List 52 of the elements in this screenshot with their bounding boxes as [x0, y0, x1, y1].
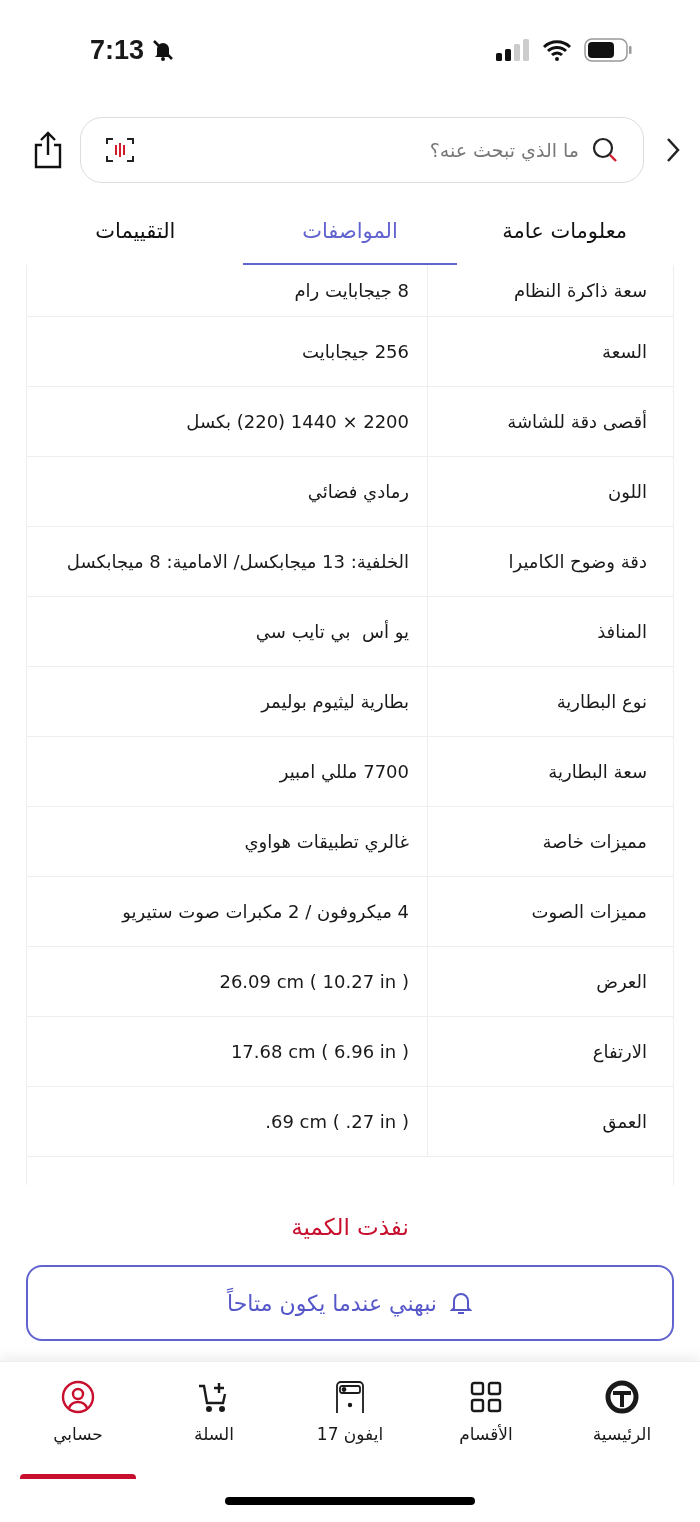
- bell-off-icon: [152, 39, 175, 61]
- chevron-right-icon: [665, 136, 681, 164]
- stock-status: نفذت الكمية: [291, 1212, 409, 1242]
- signal-icon: [496, 39, 530, 61]
- spec-label: اللون: [608, 480, 647, 505]
- nav-item[interactable]: الأقسام: [418, 1362, 554, 1479]
- spec-label: سعة ذاكرة النظام: [513, 279, 647, 304]
- notify-button[interactable]: نبهني عندما يكون متاحاً: [26, 1265, 674, 1341]
- spec-value: 17.68 cm ( 6.96 in ): [230, 1040, 409, 1064]
- share-icon: [32, 131, 64, 169]
- nav-item[interactable]: الرئيسية: [554, 1362, 690, 1479]
- spec-value: .69 cm ( .27 in ): [265, 1110, 409, 1134]
- spec-value: غالري تطبيقات هواوي: [244, 830, 409, 855]
- spec-value: بطارية ليثيوم بوليمر: [261, 690, 409, 715]
- bell-icon: [448, 1290, 473, 1316]
- tab[interactable]: المواصفات: [242, 200, 458, 265]
- spec-label: المنافذ: [597, 620, 647, 644]
- spec-value: 256 جيجابايت: [302, 340, 409, 364]
- battery-icon: [584, 38, 632, 62]
- spec-label: الارتفاع: [592, 1040, 647, 1065]
- nav-item[interactable]: ايفون 17: [282, 1362, 418, 1479]
- search-icon: [591, 136, 619, 164]
- spec-value: الخلفية: 13 ميجابكسل/ الامامية: 8 ميجابكسل: [66, 550, 409, 574]
- spec-value: رمادي فضائي: [307, 480, 409, 505]
- search-input[interactable]: ما الذي تبحث عنه؟: [147, 135, 579, 165]
- spec-label: مميزات خاصة: [542, 830, 647, 855]
- spec-label: أقصى دقة للشاشة: [507, 409, 647, 434]
- spec-value: 2200 × 1440 (220) بكسل: [186, 410, 409, 434]
- spec-value: 8 جيجابايت رام: [294, 279, 409, 303]
- spec-label: نوع البطارية: [556, 690, 647, 715]
- grid-icon: [469, 1380, 503, 1414]
- spec-value: 26.09 cm ( 10.27 in ): [219, 970, 409, 994]
- tab[interactable]: معلومات عامة: [457, 200, 672, 265]
- status-time: 7:13: [90, 33, 145, 67]
- spec-label: دقة وضوح الكاميرا: [508, 550, 647, 575]
- spec-label: السعة: [602, 340, 647, 364]
- spec-label: العمق: [602, 1110, 647, 1135]
- nav-item[interactable]: حسابي: [10, 1362, 146, 1479]
- nav-item[interactable]: السلة: [146, 1362, 282, 1479]
- phone-icon: [333, 1380, 367, 1414]
- spec-value: يو أس بي تايب سي: [255, 619, 409, 645]
- tab[interactable]: التقييمات: [28, 200, 243, 265]
- wifi-icon: [542, 39, 572, 61]
- spec-label: سعة البطارية: [548, 760, 647, 784]
- spec-label: العرض: [596, 970, 647, 995]
- spec-label: مميزات الصوت: [531, 900, 647, 925]
- spec-value: 4 ميكروفون / 2 مكبرات صوت ستيريو: [122, 900, 409, 925]
- search-field[interactable]: ما الذي تبحث عنه؟: [80, 117, 644, 183]
- user-icon: [61, 1380, 95, 1414]
- spec-value: 7700 مللي امبير: [279, 760, 409, 785]
- scan-icon: [105, 136, 135, 164]
- logo-icon: [605, 1380, 639, 1414]
